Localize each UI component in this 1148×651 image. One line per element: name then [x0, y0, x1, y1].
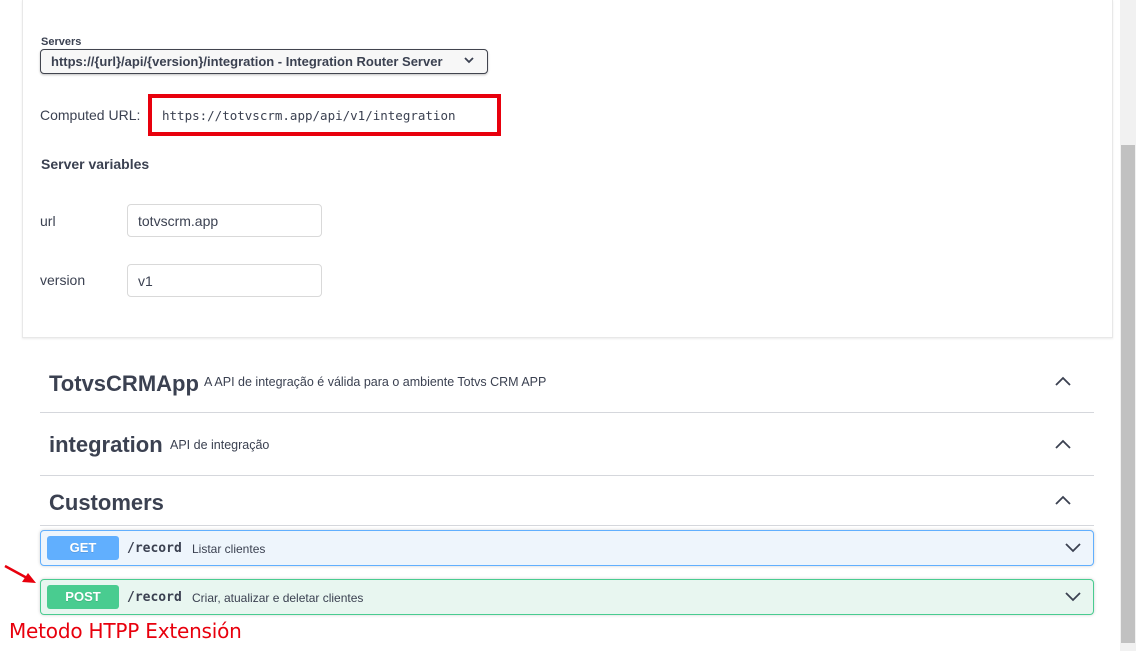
server-variables-title: Server variables [41, 156, 150, 172]
tag-name: integration [49, 432, 163, 457]
operation-path: /record [127, 541, 182, 556]
version-variable-input[interactable] [127, 264, 322, 297]
operation-summary: Listar clientes [192, 542, 266, 556]
server-select[interactable]: https://{url}/api/{version}/integration … [40, 49, 488, 74]
red-arrow-icon [4, 564, 36, 583]
chevron-up-icon[interactable] [1054, 494, 1072, 506]
operation-path: /record [127, 590, 182, 605]
variable-label-version: version [40, 272, 86, 288]
operation-get-record[interactable]: GET /record Listar clientes [40, 530, 1094, 566]
method-badge-post: POST [47, 585, 119, 609]
computed-url-box: https://totvscrm.app/api/v1/integration [148, 94, 501, 136]
chevron-down-icon [463, 54, 475, 66]
operation-post-record[interactable]: POST /record Criar, atualizar e deletar … [40, 579, 1094, 615]
chevron-up-icon[interactable] [1054, 375, 1072, 387]
chevron-down-icon[interactable] [1064, 590, 1082, 602]
tag-name: TotvsCRMApp [49, 371, 199, 396]
chevron-up-icon[interactable] [1054, 438, 1072, 450]
scrollbar-thumb[interactable] [1121, 145, 1135, 643]
server-select-value: https://{url}/api/{version}/integration … [51, 54, 443, 69]
variable-label-url: url [40, 213, 56, 229]
chevron-down-icon[interactable] [1064, 541, 1082, 553]
tag-name: Customers [49, 490, 164, 515]
tag-description: A API de integração é válida para o ambi… [204, 375, 547, 389]
tag-section-customers[interactable]: Customers [40, 476, 1094, 526]
tag-section-integration[interactable]: integration API de integração [40, 413, 1094, 476]
tag-description: API de integração [170, 438, 270, 452]
computed-url-value: https://totvscrm.app/api/v1/integration [162, 108, 456, 123]
tag-section-totvscrmapp[interactable]: TotvsCRMApp A API de integração é válida… [40, 352, 1094, 413]
operation-summary: Criar, atualizar e deletar clientes [192, 591, 364, 605]
annotation-label: Metodo HTPP Extensión [9, 619, 242, 643]
url-variable-input[interactable] [127, 204, 322, 237]
method-badge-get: GET [47, 536, 119, 560]
servers-label: Servers [41, 36, 82, 48]
computed-url-label: Computed URL: [40, 107, 141, 123]
